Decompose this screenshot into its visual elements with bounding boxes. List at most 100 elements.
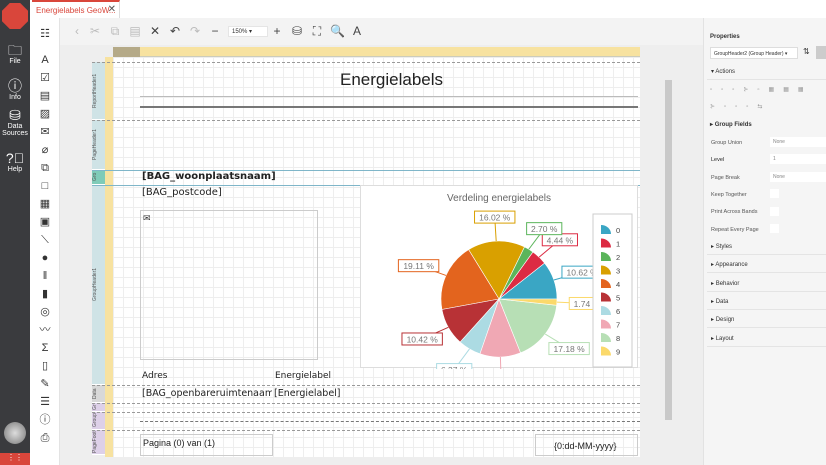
page-break-input[interactable]: None [770,172,826,182]
undo-icon[interactable]: ↶ [168,24,182,38]
clipboard-tool-icon[interactable]: ▯ [38,360,52,372]
section-label: Styles [715,244,733,250]
summary-tool-icon[interactable]: Σ [38,342,52,354]
cut-icon[interactable]: ✂ [88,24,102,38]
section-layout[interactable]: ▸ Layout [707,331,826,347]
band-page-header[interactable]: PageHeader1 [92,120,105,170]
print-across-bands-checkbox[interactable] [770,207,779,216]
delete-icon[interactable]: ✕ [148,24,162,38]
section-design[interactable]: ▸ Design [707,312,826,328]
group-union-input[interactable]: None [770,137,826,147]
shapes-tool-icon[interactable]: ● [38,252,52,264]
vertical-scrollbar[interactable] [665,80,672,420]
data-label: 4.44 % [547,235,574,245]
copy-icon[interactable]: ⧉ [108,24,122,38]
field-list-icon[interactable]: ☷ [38,28,52,40]
keep-together-checkbox[interactable] [770,189,779,198]
redo-icon[interactable]: ↷ [188,24,202,38]
sidebar-item-data-sources[interactable]: ⛁ Data Sources [0,107,30,137]
tab-energielabels[interactable]: Energielabels GeoW... ✕ [32,0,120,18]
repeat-every-page-label: Repeat Every Page [711,227,759,233]
legend-label: 9 [616,348,620,357]
section-data[interactable]: ▸ Data [707,294,826,310]
preview-icon[interactable]: 🔍 [330,24,345,38]
page-info-box[interactable]: Pagina (0) van (1) [140,434,273,456]
woonplaats-field[interactable]: [BAG_woonplaatsnaam] [142,171,276,182]
section-label: Appearance [715,262,748,268]
section-behavior[interactable]: ▸ Behavior [707,276,826,292]
panel-tool-icon[interactable]: ✉ [38,126,52,138]
postcode-field[interactable]: [BAG_postcode] [142,187,222,198]
picture-tool-icon[interactable]: ▨ [38,108,52,120]
subreport-tool-icon[interactable]: ⧉ [38,162,52,174]
band-separator [92,120,640,121]
action-icons-row[interactable]: ⊱▫▫▫⇆ [710,103,771,110]
band-group-header-2[interactable]: Gro [92,170,105,185]
richtext-tool-icon[interactable]: ▤ [38,90,52,102]
attachment-tool-icon[interactable]: ⌀ [38,144,52,156]
app-logo[interactable] [2,3,28,29]
app-sidebar: 🗀 File ⓘ Info ⛁ Data Sources ?⃝ Help ⋮⋮ [0,0,30,465]
info-icon: ⓘ [8,78,22,94]
toc-tool-icon[interactable]: ☰ [38,396,52,408]
close-icon[interactable]: ✕ [108,4,116,15]
section-styles[interactable]: ▸ Styles [707,239,826,255]
label-tool-icon[interactable]: A [38,54,52,66]
group-fields-toggle[interactable]: ▸ Group Fields [710,121,752,128]
sort-alpha-icon[interactable]: ⇅ [803,47,810,56]
print-tool-icon[interactable]: ⎙ [38,432,52,444]
adres-field[interactable]: [BAG_openbareruimtenaam [142,388,272,399]
sidebar-item-info[interactable]: ⓘ Info [0,78,30,101]
barcode-tool-icon[interactable]: ‖ [38,270,52,282]
apps-grid-button[interactable]: ⋮⋮ [0,453,30,465]
repeat-every-page-checkbox[interactable] [770,224,779,233]
component-select[interactable]: GroupHeader2 (Group Header) ▾ [710,47,798,59]
sparkline-tool-icon[interactable]: 〰 [38,324,52,336]
band-group-footer[interactable]: Gr [92,403,105,412]
band-group-footer-1[interactable]: Group [92,412,105,430]
band-group-header-1[interactable]: GroupHeader1 [92,185,105,385]
action-icons-row[interactable]: ▫▫▫⊱▫▦▦▦ [710,86,813,93]
zoom-select[interactable]: 150% ▾ [228,26,268,37]
legend-label: 1 [616,240,620,249]
level-label: Level [711,157,725,163]
band-page-footer[interactable]: PageFoot [92,430,105,455]
pie-chart[interactable]: Verdeling energielabels 10.62 % 4.44 % 2.7… [360,185,638,388]
column-header-adres[interactable]: Adres [142,371,167,381]
line-tool-icon[interactable]: ⟍ [38,234,52,246]
categories-icon[interactable] [816,46,826,59]
table-tool-icon[interactable]: ▦ [38,198,52,210]
map-picture-box[interactable]: ✉ [140,210,318,360]
cross-tab-tool-icon[interactable]: ▣ [38,216,52,228]
toolbar: ‹ ✂ ⧉ ▤ ✕ ↶ ↷ − 150% ▾ + ⛁ ⛶ 🔍 A [60,18,703,45]
paste-icon[interactable]: ▤ [128,24,142,38]
shape-tool-icon[interactable]: □ [38,180,52,192]
report-title[interactable]: Energielabels [340,70,443,90]
zoom-out-icon[interactable]: − [208,24,222,38]
sidebar-item-file[interactable]: 🗀 File [0,42,30,65]
avatar[interactable] [4,422,26,444]
level-input[interactable]: 1 [770,154,826,164]
page-info-tool-icon[interactable]: ⓘ [38,414,52,426]
energielabel-field[interactable]: [Energielabel] [274,388,341,399]
fullscreen-icon[interactable]: ⛶ [310,24,324,38]
zoom-in-icon[interactable]: + [270,24,284,38]
gauge-tool-icon[interactable]: ◎ [38,306,52,318]
column-header-energielabel[interactable]: Energielabel [275,371,331,381]
chart-legend [592,213,633,368]
vertical-ruler [105,57,113,457]
group-union-label: Group Union [711,140,743,146]
chart-tool-icon[interactable]: ▮ [38,288,52,300]
checkbox-tool-icon[interactable]: ☑ [38,72,52,84]
signature-tool-icon[interactable]: ✎ [38,378,52,390]
sidebar-item-help[interactable]: ?⃝ Help [0,150,30,173]
add-datasource-icon[interactable]: ⛁ [290,24,304,38]
picture-icon: ✉ [143,213,151,223]
localization-icon[interactable]: A [350,24,364,38]
band-report-header[interactable]: ReportHeader1 [92,62,105,120]
date-info-box[interactable]: {0:dd-MM-yyyy} [535,434,638,456]
section-actions[interactable]: ▾ Actions [707,64,826,80]
back-icon[interactable]: ‹ [70,24,84,38]
section-appearance[interactable]: ▸ Appearance [707,257,826,273]
band-detail[interactable]: Data [92,385,105,403]
